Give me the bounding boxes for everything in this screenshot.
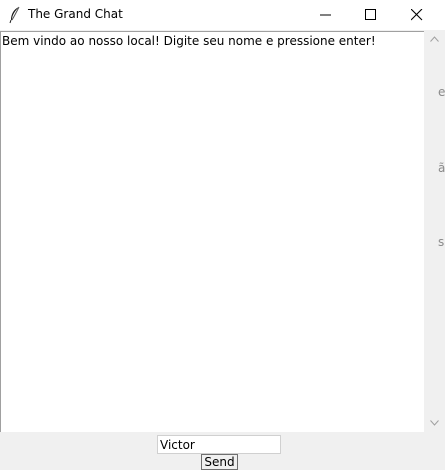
background-glyph: s	[438, 235, 445, 249]
chevron-up-icon	[430, 36, 439, 42]
chevron-down-icon	[430, 420, 439, 426]
chat-log[interactable]: Bem vindo ao nosso local! Digite seu nom…	[0, 31, 424, 432]
close-icon	[411, 9, 423, 21]
feather-icon	[8, 6, 22, 24]
chat-window: The Grand Chat Bem vindo ao nosso local!…	[0, 0, 445, 470]
scroll-down-button[interactable]	[424, 415, 445, 432]
minimize-button[interactable]	[303, 0, 349, 30]
background-glyph: e	[438, 85, 445, 99]
background-glyph: ã	[438, 161, 445, 175]
title-bar[interactable]: The Grand Chat	[0, 0, 445, 30]
scroll-up-button[interactable]	[424, 31, 445, 48]
maximize-icon	[365, 9, 376, 20]
maximize-button[interactable]	[348, 0, 394, 30]
minimize-icon	[320, 14, 331, 16]
send-button[interactable]: Send	[201, 454, 238, 470]
message-input[interactable]	[157, 435, 281, 454]
chat-scrollbar[interactable]: e ã s	[424, 31, 445, 432]
chat-message: Bem vindo ao nosso local! Digite seu nom…	[2, 34, 376, 48]
window-title: The Grand Chat	[28, 7, 123, 21]
close-button[interactable]	[394, 0, 440, 30]
